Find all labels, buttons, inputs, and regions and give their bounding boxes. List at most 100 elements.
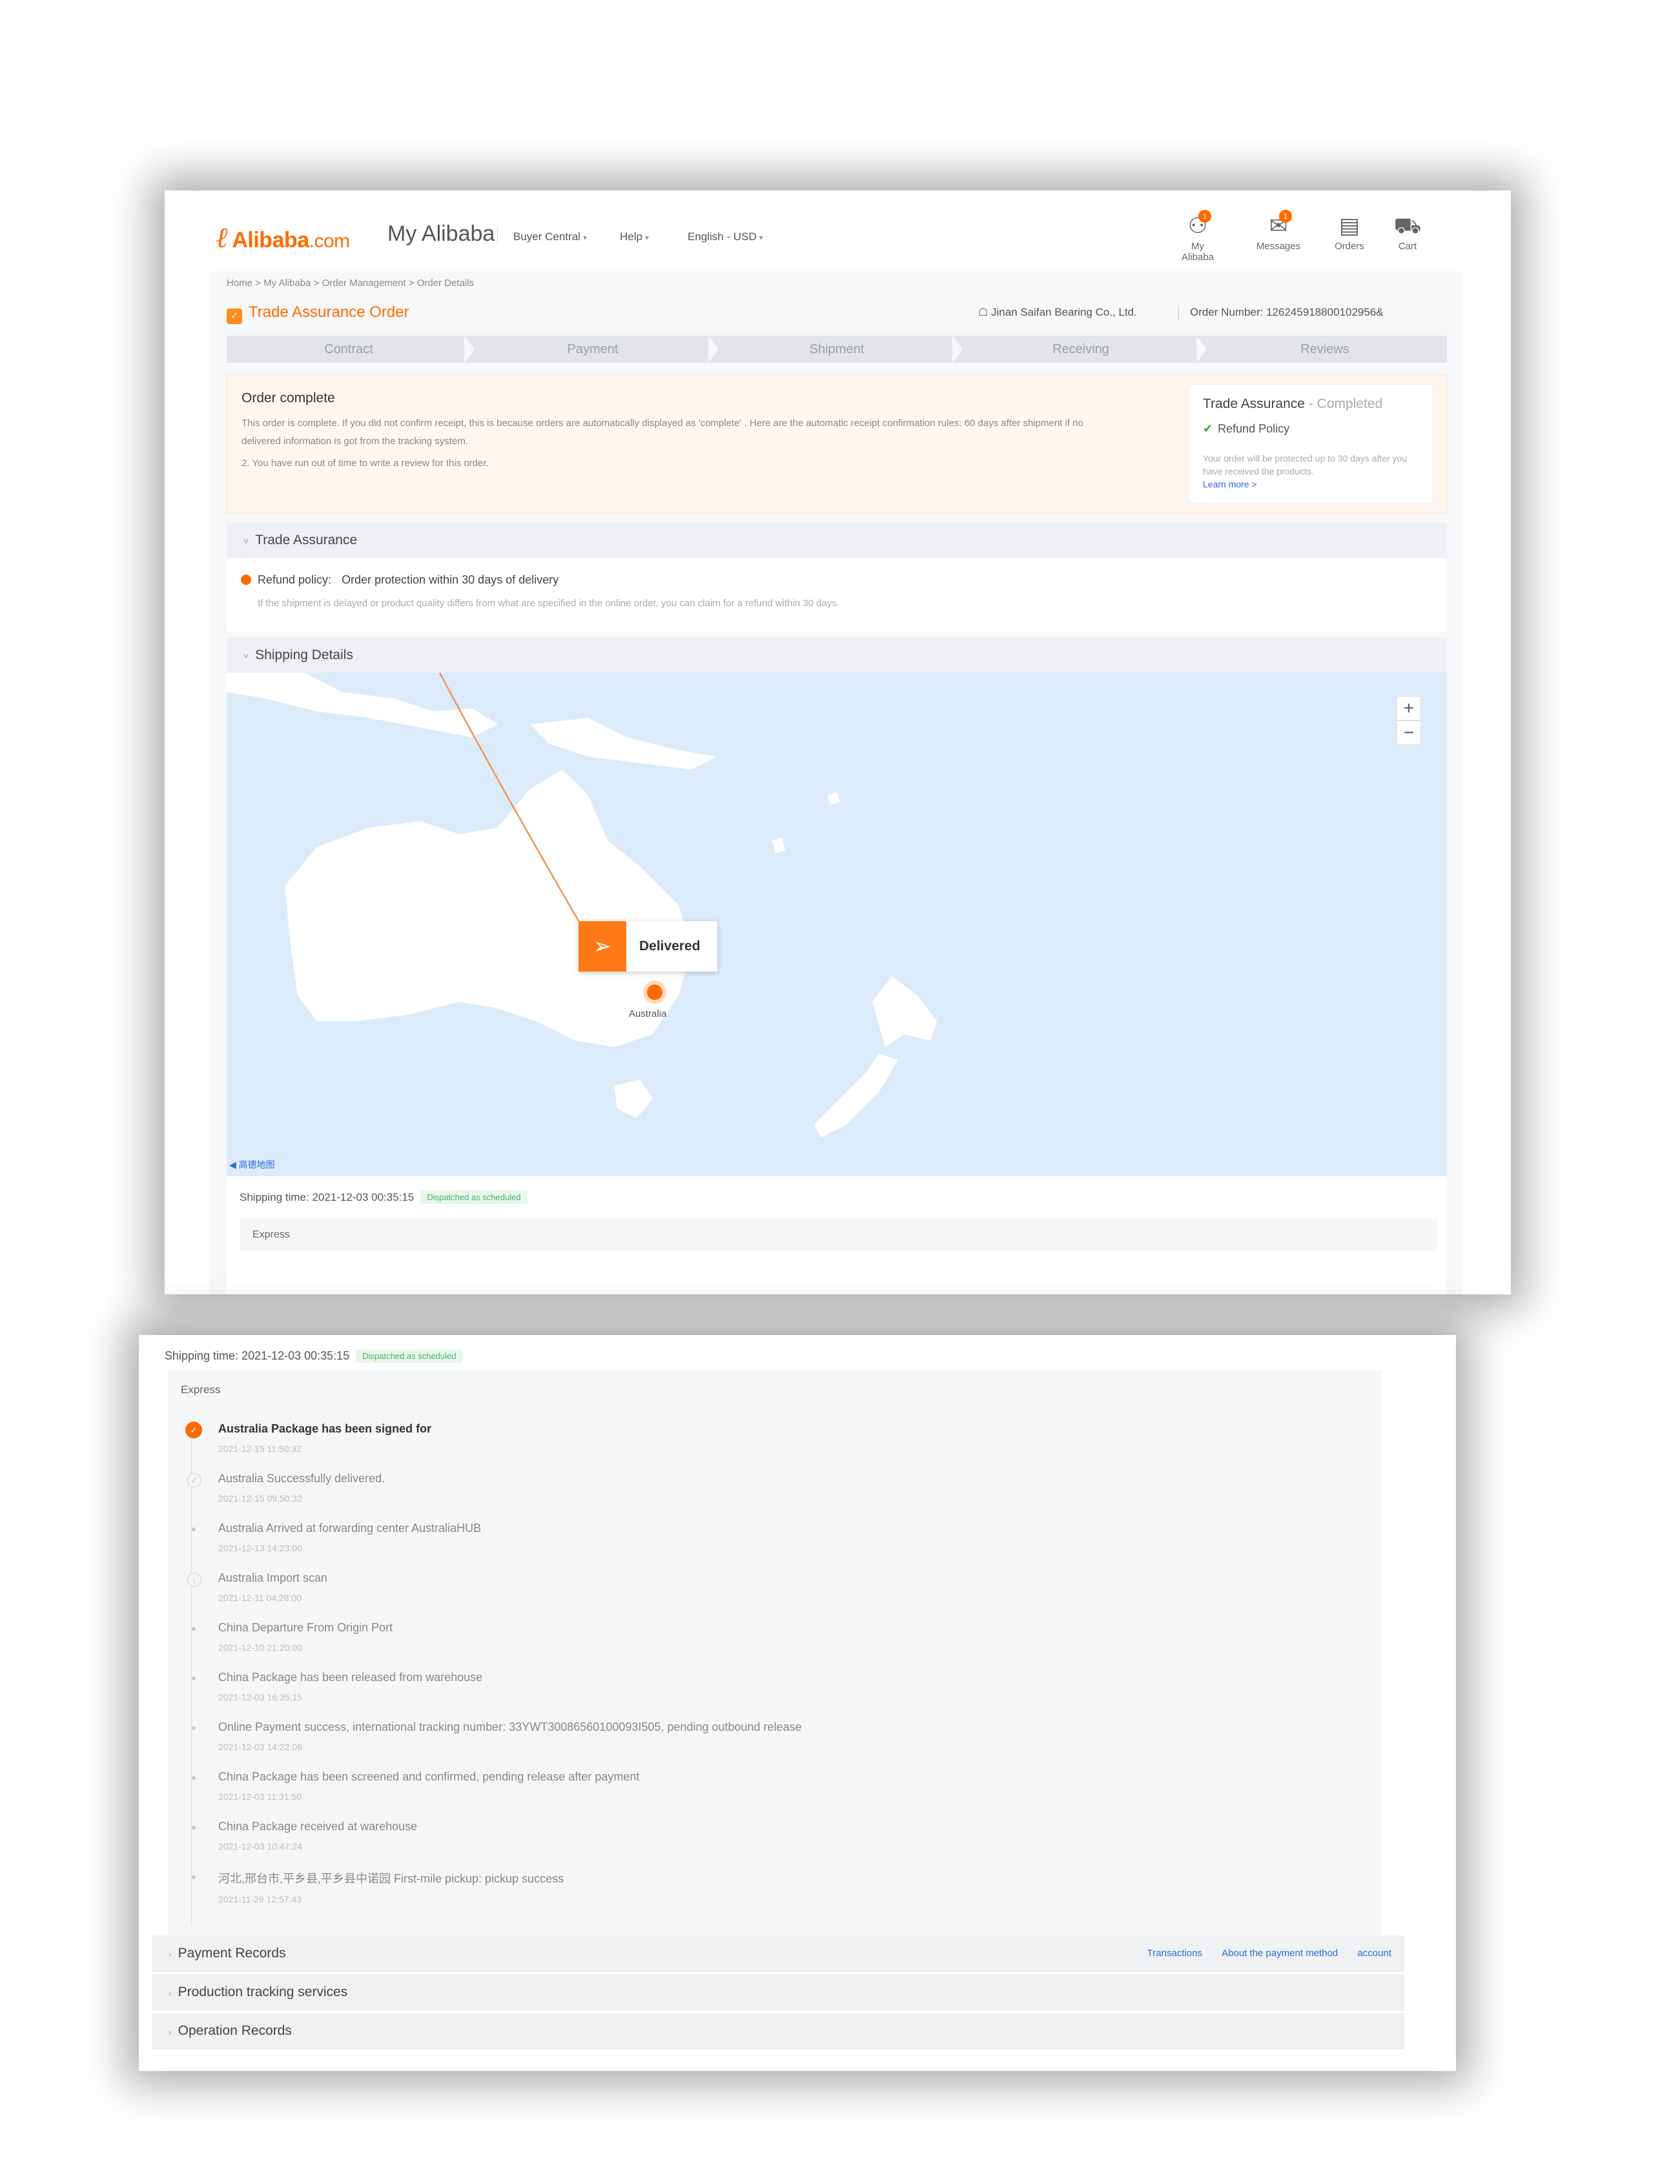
express-label: Express: [181, 1383, 221, 1396]
refund-policy-item: ✔ Refund Policy: [1203, 422, 1290, 435]
timeline-dot-icon: [187, 1622, 200, 1635]
dispatch-status-badge: Dispatched as scheduled: [356, 1349, 463, 1363]
learn-more-link[interactable]: Learn more >: [1203, 479, 1257, 489]
chat-icon: ☖: [978, 306, 991, 318]
header-messages[interactable]: ✉ 1 Messages: [1256, 210, 1301, 252]
dispatch-status-badge: Dispatched as scheduled: [420, 1190, 528, 1204]
shipping-time: Shipping time: 2021-12-03 00:35:15 Dispat…: [165, 1349, 463, 1363]
chevron-down-icon: ˅: [243, 651, 249, 661]
shipping-info: Shipping time: 2021-12-03 00:35:15 Dispat…: [227, 1176, 1447, 1294]
chevron-right-icon: ›: [169, 1949, 172, 1959]
tracking-event: China Package has been screened and conf…: [192, 1770, 639, 1802]
delivered-marker[interactable]: ➢ Delivered: [579, 921, 717, 972]
notice-text: 2. You have run out of time to write a r…: [241, 458, 489, 469]
shipping-time: Shipping time: 2021-12-03 00:35:15 Dispat…: [240, 1190, 528, 1204]
chevron-down-icon: ˅: [243, 536, 249, 546]
user-icon: ⚇ 1: [1175, 210, 1220, 238]
order-number: Order Number: 126245918800102956&: [1190, 306, 1384, 318]
chevron-right-icon: ›: [169, 2026, 172, 2037]
timeline-dot-icon: [187, 1771, 200, 1784]
step-payment: Payment: [464, 336, 715, 363]
transactions-link[interactable]: Transactions: [1147, 1948, 1202, 1959]
nav-language-currency[interactable]: English - USD ▾: [688, 230, 763, 243]
alibaba-logo[interactable]: ℓ Alibaba.com: [216, 221, 350, 254]
alibaba-logo-icon: ℓ: [216, 221, 229, 254]
payment-records-row[interactable]: › Payment Records Transactions About the …: [152, 1935, 1404, 1972]
my-alibaba-title[interactable]: My Alibaba: [387, 221, 495, 247]
destination-label: Australia: [629, 1008, 667, 1019]
top-header: ℓ Alibaba.com My Alibaba Buyer Central ▾ H…: [165, 190, 1511, 268]
chevron-down-icon: ▾: [644, 233, 649, 242]
breadcrumb[interactable]: Home > My Alibaba > Order Management > O…: [227, 278, 474, 289]
supplier-name[interactable]: ☖ Jinan Saifan Bearing Co., Ltd.: [978, 306, 1137, 319]
shipping-details-header[interactable]: ˅ Shipping Details: [227, 638, 1447, 673]
map-provider-logo: ◀ 高德地图: [229, 1159, 275, 1170]
tracking-event: Online Payment success, international tr…: [192, 1720, 802, 1752]
delivered-label: Delivered: [639, 939, 701, 954]
notice-text: This order is complete. If you did not c…: [241, 418, 1083, 429]
ta-card-title: Trade Assurance - Completed: [1203, 396, 1383, 411]
production-tracking-row[interactable]: › Production tracking services: [152, 1974, 1404, 2010]
map-land-shapes: [227, 673, 937, 1138]
notice-text: delivered information is got from the tr…: [241, 436, 468, 447]
timeline-dot-icon: [187, 1871, 200, 1884]
step-reviews: Reviews: [1196, 336, 1447, 363]
chevron-down-icon: ▾: [759, 233, 763, 242]
order-complete-notice: Order complete This order is complete. I…: [227, 374, 1447, 513]
express-label: Express: [240, 1219, 1437, 1251]
page-title: ✓ Trade Assurance Order: [227, 303, 409, 324]
order-divider: [1178, 306, 1179, 320]
order-overview-screenshot: ℓ Alibaba.com My Alibaba Buyer Central ▾ H…: [165, 190, 1511, 1294]
notification-badge: 1: [1279, 210, 1292, 223]
notification-badge: 1: [1198, 210, 1211, 223]
cart-icon: ⛟: [1393, 214, 1422, 238]
tracking-history-screenshot: Shipping time: 2021-12-03 00:35:15 Dispat…: [139, 1335, 1456, 2071]
timeline-dot-icon: [187, 1672, 200, 1685]
step-contract: Contract: [324, 342, 373, 356]
zoom-in-button[interactable]: +: [1397, 696, 1421, 720]
trade-assurance-header[interactable]: ˅ Trade Assurance: [227, 523, 1447, 558]
tracking-event: ✓ Australia Successfully delivered. 2021-…: [187, 1472, 385, 1504]
tracking-event: 河北,邢台市,平乡县,平乡县中诺园 First-mile pickup: pic…: [192, 1870, 564, 1904]
refund-policy-row: Refund policy: Order protection within 30…: [241, 573, 558, 587]
header-cart[interactable]: ⛟ Cart: [1385, 214, 1430, 252]
tracking-event: China Departure From Origin Port 2021-12-…: [192, 1621, 393, 1653]
chevron-right-icon: ›: [169, 1988, 172, 1998]
orders-icon: ▤: [1338, 214, 1360, 238]
chevron-down-icon: ▾: [582, 233, 587, 242]
destination-marker[interactable]: [647, 985, 662, 1000]
trade-assurance-section: ˅ Trade Assurance Refund policy: Order pro…: [227, 523, 1447, 631]
import-scan-icon: ↓: [187, 1573, 201, 1587]
express-tracking-list: Express ✓ Australia Package has been sig…: [168, 1371, 1382, 1935]
status-dot-icon: [241, 575, 251, 585]
payment-links: Transactions About the payment method ac…: [1131, 1935, 1391, 1971]
timeline-dot-icon: [187, 1523, 200, 1536]
shipping-map[interactable]: + − ➢ Delivered Australia ◀ 高德地图: [227, 673, 1447, 1176]
nav-buyer-central[interactable]: Buyer Central ▾: [513, 230, 587, 243]
header-my-alibaba[interactable]: ⚇ 1 My Alibaba: [1175, 210, 1220, 263]
map-pin-icon: ◀: [229, 1159, 239, 1170]
tracking-event: ✓ Australia Package has been signed for 2…: [185, 1422, 431, 1454]
tracking-event: China Package has been released from war…: [192, 1671, 482, 1702]
checkmark-icon: ✔: [1203, 422, 1213, 435]
operation-records-row[interactable]: › Operation Records: [152, 2013, 1404, 2049]
refund-policy-description: If the shipment is delayed or product qu…: [258, 598, 840, 609]
delivered-check-icon: ✓: [187, 1473, 201, 1487]
tracking-event: China Package received at warehouse 2021-…: [192, 1820, 417, 1852]
messages-icon: ✉ 1: [1256, 210, 1301, 238]
ta-card-description: Your order will be protected up to 30 da…: [1203, 453, 1408, 476]
step-shipment: Shipment: [708, 336, 959, 363]
trade-assurance-icon: ✓: [227, 309, 242, 324]
nav-help[interactable]: Help ▾: [620, 230, 649, 243]
tracking-event: Australia Arrived at forwarding center A…: [192, 1522, 481, 1553]
step-receiving: Receiving: [952, 336, 1203, 363]
delivery-truck-icon: ➢: [579, 921, 626, 972]
header-orders[interactable]: ▤ Orders: [1327, 214, 1372, 252]
zoom-out-button[interactable]: −: [1397, 720, 1421, 745]
payment-method-link[interactable]: About the payment method: [1222, 1948, 1338, 1959]
account-link[interactable]: account: [1357, 1948, 1391, 1959]
timeline-dot-icon: [187, 1821, 200, 1834]
timeline-dot-icon: [187, 1722, 200, 1735]
tracking-event: ↓ Australia Import scan 2021-12-11 04:28:…: [187, 1571, 327, 1603]
order-content: Home > My Alibaba > Order Management > O…: [210, 271, 1462, 1294]
